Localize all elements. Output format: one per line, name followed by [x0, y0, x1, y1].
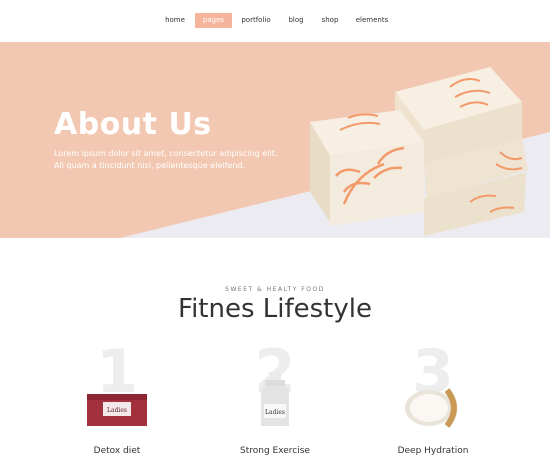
top-navigation: home pages portfolio blog shop elements	[0, 0, 550, 42]
soap-bar-product-image: Ladies	[87, 394, 147, 426]
cream-jar-product-image	[405, 388, 457, 428]
section-title: Fitnes Lifestyle	[178, 294, 372, 324]
feature-card-detox: 1 Ladies Detox diet	[47, 340, 187, 462]
nav-item-blog[interactable]: blog	[284, 13, 308, 28]
hero-banner: About Us Lorem ipsum dolor sit amet, con…	[0, 42, 550, 238]
soap-bars-image	[310, 67, 528, 236]
feature-label: Detox diet	[93, 446, 141, 456]
feature-card-hydration: 3 Deep Hydration	[363, 340, 503, 462]
section-kicker: SWEET & HEALTY FOOD	[225, 286, 325, 293]
nav-item-home[interactable]: home	[158, 13, 192, 28]
product-brand-text: Ladies	[107, 407, 127, 414]
nav-item-shop[interactable]: shop	[318, 13, 342, 28]
product-brand-text: Ladies	[265, 409, 285, 416]
feature-label: Strong Exercise	[240, 446, 310, 456]
page-title: About Us	[54, 107, 212, 142]
feature-card-exercise: 2 Ladies Strong Exercise	[205, 340, 345, 462]
hero-description: Lorem ipsum dolor sit amet, consectetur …	[54, 149, 278, 170]
lotion-bottle-product-image: Ladies	[261, 372, 289, 426]
feature-label: Deep Hydration	[397, 446, 469, 456]
nav-item-pages[interactable]: pages	[195, 13, 232, 28]
nav-item-elements[interactable]: elements	[352, 13, 392, 28]
nav-item-portfolio[interactable]: portfolio	[238, 13, 274, 28]
